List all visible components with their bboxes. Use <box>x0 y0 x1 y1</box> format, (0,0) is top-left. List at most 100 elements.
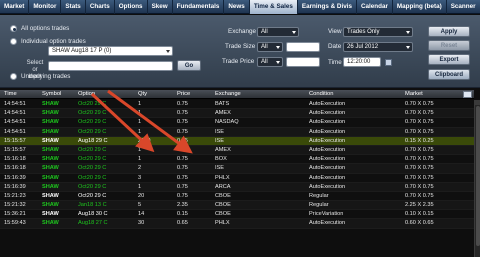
column-header-option[interactable]: Option <box>74 90 134 98</box>
exchange-select-value: All <box>261 29 268 35</box>
cell-condition: AutoExecution <box>309 128 346 135</box>
scroll-up-icon[interactable] <box>475 100 480 105</box>
table-row[interactable]: 14:54:51 SHAW Oct20 29 C 1 0.75 BATS AutoExecu… <box>0 100 474 110</box>
cell-time: 15:21:32 <box>4 202 26 209</box>
cell-condition: PriceVariation <box>309 211 344 218</box>
option-input[interactable] <box>48 61 173 71</box>
apply-button[interactable]: Apply <box>428 26 470 37</box>
cell-exchange: CBOE <box>215 211 231 218</box>
cell-time: 15:16:18 <box>4 165 26 172</box>
time-input[interactable]: 12:20:00 <box>343 57 381 67</box>
nav-tab-mapping-beta[interactable]: Mapping (beta) <box>393 0 447 14</box>
cell-qty: 2000 <box>138 137 151 144</box>
nav-tab-options[interactable]: Options <box>115 0 148 14</box>
cell-exchange: PHLX <box>215 174 230 181</box>
table-row[interactable]: 15:16:39 SHAW Oct20 29 C 3 0.75 PHLX AutoExecu… <box>0 173 474 183</box>
radio-all-options[interactable]: All options trades <box>10 25 69 32</box>
option-select[interactable]: SHAW Aug18 17 P (0) <box>48 46 173 56</box>
nav-tab-stats[interactable]: Stats <box>61 0 86 14</box>
radio-individual-option[interactable]: Individual option trades <box>10 38 86 45</box>
table-row[interactable]: 15:59:43 SHAW Aug18 27 C 30 0.65 PHLX AutoExec… <box>0 219 474 229</box>
chevron-down-icon <box>276 61 280 64</box>
column-header-qty[interactable]: Qty <box>134 90 173 98</box>
grid-header: Time Symbol Option Qty Price Exchange Conditio… <box>0 90 474 99</box>
column-header-exchange[interactable]: Exchange <box>211 90 305 98</box>
cell-condition: AutoExecution <box>309 137 346 144</box>
table-row[interactable]: 15:36:21 SHAW Aug18 30 C 14 0.15 CBOE PriceVar… <box>0 210 474 220</box>
radio-button[interactable] <box>10 38 17 45</box>
cell-market: 0.70 X 0.75 <box>405 165 434 172</box>
cell-qty: 1 <box>138 183 142 190</box>
cell-option: Oct20 29 C <box>78 101 107 107</box>
radio-underlying-trades[interactable]: Underlying trades <box>10 73 70 80</box>
reset-button[interactable]: Reset <box>428 40 470 51</box>
nav-tab-monitor[interactable]: Monitor <box>29 0 62 14</box>
trade-price-select[interactable]: All <box>257 57 283 67</box>
cell-option: Aug18 30 C <box>78 211 108 218</box>
column-header-time[interactable]: Time <box>0 90 38 98</box>
cell-price: 2.35 <box>177 202 188 209</box>
column-header-condition[interactable]: Condition <box>305 90 401 98</box>
table-row[interactable]: 15:15:57 SHAW Oct20 29 C 1 0.75 AMEX AutoExecu… <box>0 145 474 156</box>
nav-tab-news[interactable]: News <box>224 0 250 14</box>
nav-tab-charts[interactable]: Charts <box>86 0 115 14</box>
cell-symbol: SHAW <box>42 174 59 181</box>
view-select[interactable]: Trades Only <box>343 27 413 37</box>
radio-button[interactable] <box>10 25 17 32</box>
export-button[interactable]: Export <box>428 54 470 65</box>
cell-condition: Regular <box>309 192 329 199</box>
clock-icon[interactable] <box>385 59 392 66</box>
trade-size-select[interactable]: All <box>257 42 283 52</box>
nav-tab-fundamentals[interactable]: Fundamentals <box>173 0 225 14</box>
nav-tab-earnings-divis[interactable]: Earnings & Divis <box>298 0 357 14</box>
exchange-select[interactable]: All <box>257 27 299 37</box>
cell-symbol: SHAW <box>42 110 59 117</box>
column-chooser-icon[interactable] <box>463 91 472 98</box>
nav-tab-scanner[interactable]: Scanner <box>447 0 480 14</box>
chevron-down-icon <box>166 50 170 53</box>
table-row[interactable]: 15:16:18 SHAW Oct20 29 C 2 0.75 ISE AutoExecut… <box>0 164 474 174</box>
cell-time: 15:16:39 <box>4 174 26 181</box>
cell-symbol: SHAW <box>42 101 59 107</box>
cell-option: Aug18 27 C <box>78 220 108 227</box>
cell-condition: AutoExecution <box>309 174 346 181</box>
nav-tab-skew[interactable]: Skew <box>148 0 173 14</box>
table-row[interactable]: 15:16:39 SHAW Oct20 29 C 1 0.75 ARCA AutoExecu… <box>0 182 474 192</box>
cell-option: Aug18 29 C <box>78 137 108 144</box>
exchange-label: Exchange <box>228 28 257 35</box>
date-select[interactable]: 26 Jul 2012 <box>343 42 413 52</box>
cell-time: 15:16:39 <box>4 183 26 190</box>
nav-tab-calendar[interactable]: Calendar <box>357 0 393 14</box>
nav-tab-market[interactable]: Market <box>0 0 30 14</box>
cell-price: 0.75 <box>177 101 188 107</box>
nav-tab-time-sales[interactable]: Time & Sales <box>249 0 298 14</box>
table-row[interactable]: 14:54:51 SHAW Oct20 29 C 1 0.75 NASDAQ AutoExe… <box>0 118 474 128</box>
cell-market: 0.70 X 0.75 <box>405 110 434 117</box>
cell-market: 0.60 X 0.65 <box>405 220 434 227</box>
cell-exchange: ARCA <box>215 183 231 190</box>
column-header-symbol[interactable]: Symbol <box>38 90 74 98</box>
cell-price: 0.75 <box>177 192 188 199</box>
trade-size-input[interactable] <box>286 42 320 52</box>
scroll-thumb[interactable] <box>476 106 480 246</box>
column-header-price[interactable]: Price <box>173 90 211 98</box>
table-row[interactable]: 15:16:18 SHAW Oct20 29 C 1 0.75 BOX AutoExecut… <box>0 155 474 165</box>
cell-price: 0.75 <box>177 165 188 172</box>
go-button[interactable]: Go <box>177 60 201 71</box>
time-label: Time <box>328 59 342 66</box>
trade-price-input[interactable] <box>286 57 320 67</box>
clipboard-button[interactable]: Clipboard <box>428 69 470 80</box>
cell-symbol: SHAW <box>42 202 59 209</box>
cell-exchange: CBOE <box>215 202 231 209</box>
trade-size-label: Trade Size <box>225 43 256 50</box>
cell-market: 0.15 X 0.25 <box>405 137 434 144</box>
grid-scrollbar[interactable] <box>474 100 480 257</box>
cell-market: 0.70 X 0.75 <box>405 146 434 153</box>
table-row[interactable]: 15:15:57 SHAW Aug18 29 C 2000 0.25 ISE AutoExe… <box>0 136 474 146</box>
radio-button[interactable] <box>10 73 17 80</box>
table-row[interactable]: 14:54:51 SHAW Oct20 29 C 1 0.75 ISE AutoExecut… <box>0 127 474 137</box>
table-row[interactable]: 15:21:23 SHAW Oct20 29 C 20 0.75 CBOE Regular 0… <box>0 191 474 202</box>
cell-price: 0.75 <box>177 156 188 163</box>
table-row[interactable]: 15:21:32 SHAW Jan18 13 C 5 2.35 CBOE Regular 2.… <box>0 201 474 211</box>
table-row[interactable]: 14:54:51 SHAW Oct20 29 C 1 0.75 AMEX AutoExecu… <box>0 109 474 119</box>
